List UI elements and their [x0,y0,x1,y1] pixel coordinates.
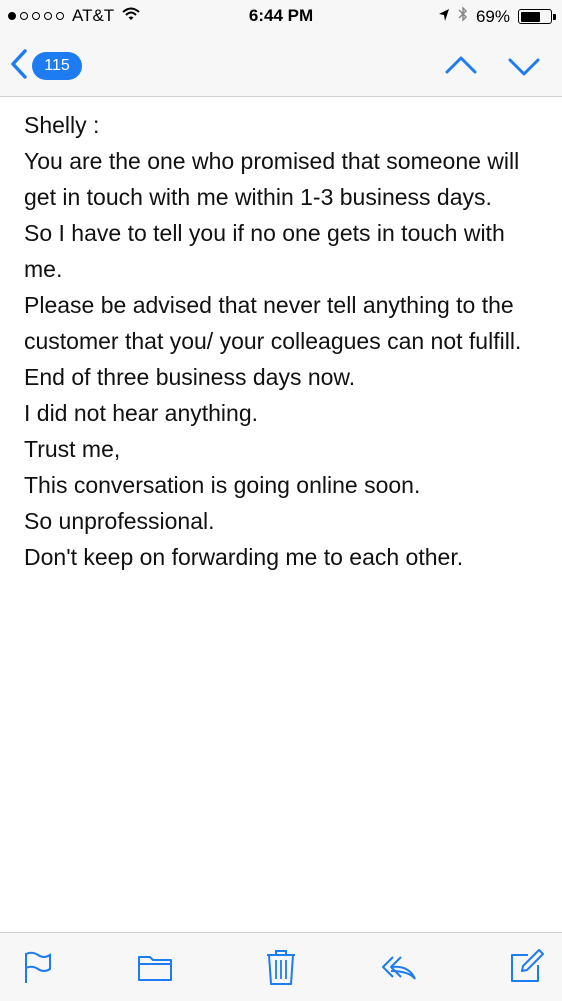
message-line: This conversation is going online soon. [24,472,421,498]
unread-count-badge: 115 [32,52,82,80]
message-line: Don't keep on forwarding me to each othe… [24,544,464,570]
previous-message-button[interactable] [443,50,479,82]
bluetooth-icon [458,6,468,27]
location-arrow-icon [438,7,450,27]
nav-bar: 115 [0,36,562,97]
message-line: Shelly : [24,112,100,138]
move-to-folder-button[interactable] [135,947,175,987]
status-bar: AT&T 6:44 PM 69% [0,0,562,36]
bottom-toolbar [0,932,562,1001]
reply-button[interactable] [379,947,419,987]
message-line: End of three business days now. [24,364,356,390]
compose-icon [511,949,544,982]
chevron-up-icon [445,56,477,74]
battery-percent: 69% [475,6,510,26]
status-right: 69% [438,6,556,27]
battery-icon [518,9,556,24]
back-button[interactable]: 115 [10,48,100,84]
message-line: I did not hear anything. [24,400,258,426]
message-body: Shelly : You are the one who promised th… [24,107,544,575]
folder-icon [138,956,172,981]
message-line: You are the one who promised that someon… [24,148,526,210]
reply-icon [382,956,416,980]
chevron-down-icon [508,58,540,76]
battery-fill [520,11,540,22]
trash-icon [267,950,295,985]
back-chevron-icon [10,48,28,84]
compose-button[interactable] [506,947,546,987]
message-line: So unprofessional. [24,508,215,534]
next-message-button[interactable] [506,50,542,82]
message-line: Please be advised that never tell anythi… [24,292,522,354]
message-line: So I have to tell you if no one gets in … [24,220,512,282]
flag-button[interactable] [18,947,58,987]
battery-tip [553,14,556,20]
trash-button[interactable] [261,947,301,987]
flag-icon [25,951,51,983]
message-line: Trust me, [24,436,121,462]
